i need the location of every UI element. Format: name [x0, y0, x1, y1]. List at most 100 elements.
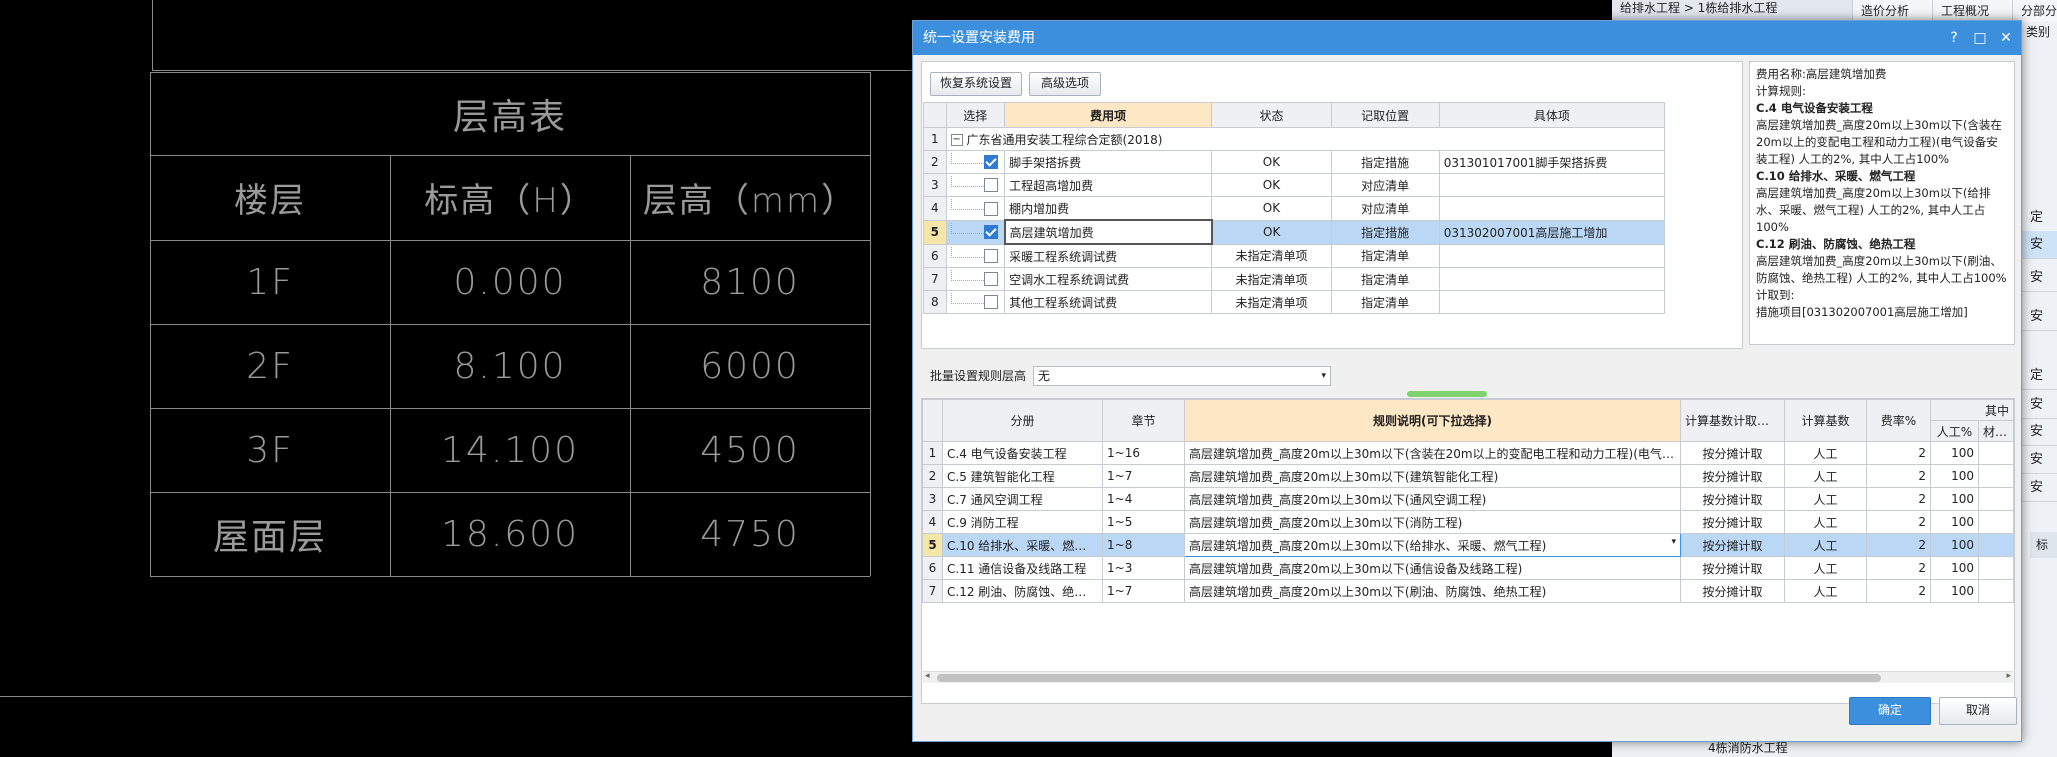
cad-cell: 0.000	[453, 261, 567, 303]
right-cell[interactable]: 安	[2020, 474, 2057, 502]
col-select[interactable]: 选择	[945, 102, 1006, 128]
chevron-down-icon[interactable]: ▾	[1671, 537, 1676, 547]
cad-cell: 1F	[246, 261, 294, 303]
col-among[interactable]: 其中	[1929, 399, 2015, 421]
col-base-mode[interactable]: 计算基数计取方式	[1680, 399, 1785, 442]
table-row[interactable]: 4 棚内增加费 OK 对应清单	[923, 196, 1666, 221]
cad-table-title: 层高表	[452, 96, 567, 138]
info-section-text: 高层建筑增加费_高度20m以上30m以下(给排水、采暖、燃气工程) 人工的2%,…	[1756, 186, 1991, 234]
checkbox[interactable]	[983, 201, 998, 216]
group-label: 广东省通用安装工程综合定额(2018)	[966, 132, 1163, 147]
batch-rule-label: 批量设置规则层高	[930, 369, 1027, 383]
col-fee-item[interactable]: 费用项	[1004, 102, 1213, 128]
table-row[interactable]: 6 C.11 通信设备及线路工程 1~3 高层建筑增加费_高度20m以上30m以…	[922, 556, 2015, 580]
checkbox[interactable]	[983, 249, 998, 263]
right-cell[interactable]: 安	[2020, 418, 2057, 446]
fee-info-panel: 费用名称:高层建筑增加费 计算规则: C.4 电气设备安装工程 高层建筑增加费_…	[1749, 61, 2015, 345]
table-row[interactable]: 6 采暖工程系统调试费 未指定清单项 指定清单	[923, 243, 1666, 268]
table-row[interactable]: 2 C.5 建筑智能化工程 1~7 高层建筑增加费_高度20m以上30m以下(建…	[922, 464, 2015, 488]
checkbox-checked[interactable]	[983, 225, 998, 240]
col-labor-pct[interactable]: 人工%	[1930, 420, 1979, 442]
right-cell[interactable]: 定	[2020, 204, 2057, 232]
cad-header-floor: 楼层	[234, 181, 306, 221]
right-bottom-item[interactable]: 4栋消防水工程	[1700, 740, 1900, 757]
info-section-title: C.12 刷油、防腐蚀、绝热工程	[1756, 237, 1916, 251]
cad-cell: 屋面层	[212, 517, 327, 558]
table-row[interactable]: 1 C.4 电气设备安装工程 1~16 高层建筑增加费_高度20m以上30m以下…	[922, 441, 2015, 465]
cad-header-elevation: 标高（H）	[424, 181, 596, 221]
scrollbar-thumb[interactable]	[937, 674, 1881, 682]
right-cell[interactable]: 安	[2020, 391, 2057, 419]
chevron-down-icon[interactable]: ▾	[1321, 367, 1326, 385]
col-detail[interactable]: 具体项	[1438, 102, 1666, 128]
table-row-selected[interactable]: 5 C.10 给排水、采暖、燃气工程 1~8 高层建筑增加费_高度20m以上30…	[922, 533, 2015, 557]
checkbox[interactable]	[983, 295, 998, 310]
cad-cell: 8100	[700, 261, 800, 303]
confirm-button[interactable]: 确定	[1849, 697, 1931, 725]
install-fee-dialog: 统一设置安装费用 ? □ ✕ 恢复系统设置 高级选项 选择 费用项 状态 记取位…	[912, 20, 2022, 742]
col-rate[interactable]: 费率%	[1866, 399, 1931, 442]
info-take-label: 计取到:	[1756, 288, 1795, 302]
group-row[interactable]: 1 − 广东省通用安装工程综合定额(2018)	[923, 127, 1666, 151]
advanced-options-button[interactable]: 高级选项	[1029, 72, 1101, 96]
info-section-text: 高层建筑增加费_高度20m以上30m以下(含装在20m以上的变配电工程和动力工程…	[1756, 118, 2002, 166]
maximize-icon[interactable]: □	[1967, 21, 1993, 55]
table-row[interactable]: 2 脚手架搭拆费 OK 指定措施 031301017001脚手架搭拆费	[923, 150, 1666, 174]
table-row[interactable]: 3 C.7 通风空调工程 1~4 高层建筑增加费_高度20m以上30m以下(通风…	[922, 487, 2015, 511]
rules-grid: 分册 章节 规则说明(可下拉选择) 计算基数计取方式 计算基数 费率% 其中 人…	[922, 399, 2015, 603]
help-icon[interactable]: ?	[1941, 21, 1967, 55]
collapse-toggle-icon[interactable]: −	[950, 134, 963, 146]
info-take-value: 措施项目[031302007001高层施工增加]	[1756, 305, 1968, 319]
table-row[interactable]: 8 其他工程系统调试费 未指定清单项 指定清单	[923, 290, 1666, 314]
cad-cell: 8.100	[453, 345, 567, 387]
checkbox[interactable]	[983, 272, 998, 287]
cad-cell: 4500	[700, 429, 800, 471]
rule-dropdown[interactable]: 高层建筑增加费_高度20m以上30m以下(给排水、采暖、燃气工程) ▾	[1184, 533, 1681, 557]
table-row[interactable]: 4 C.9 消防工程 1~5 高层建筑增加费_高度20m以上30m以下(消防工程…	[922, 510, 2015, 534]
cad-cell: 14.100	[441, 429, 579, 471]
horizontal-scrollbar[interactable]: ◂ ▸	[923, 671, 2013, 683]
cad-cell: 2F	[246, 345, 294, 387]
cad-cell: 6000	[700, 345, 800, 387]
right-cell[interactable]: 安	[2020, 264, 2057, 292]
col-base[interactable]: 计算基数	[1784, 399, 1867, 442]
cad-header-height: 层高（mm）	[642, 181, 858, 221]
right-side-label: 标	[2030, 532, 2057, 558]
table-row[interactable]: 7 空调水工程系统调试费 未指定清单项 指定清单	[923, 267, 1666, 291]
table-row[interactable]: 7 C.12 刷油、防腐蚀、绝热工程 1~7 高层建筑增加费_高度20m以上30…	[922, 579, 2015, 603]
table-row-selected[interactable]: 5 高层建筑增加费 OK 指定措施 031302007001高层施工增加	[923, 219, 1666, 245]
col-material-pct[interactable]: 材料%	[1977, 420, 2015, 442]
table-row[interactable]: 3 工程超高增加费 OK 对应清单	[923, 173, 1666, 197]
right-cell[interactable]: 定	[2020, 362, 2057, 390]
right-cell[interactable]: 安	[2020, 303, 2057, 331]
dialog-title: 统一设置安装费用	[923, 30, 1035, 46]
info-section-text: 高层建筑增加费_高度20m以上30m以下(刷油、防腐蚀、绝热工程) 人工的2%,…	[1756, 254, 2007, 285]
dialog-titlebar[interactable]: 统一设置安装费用 ? □ ✕	[913, 21, 2021, 55]
col-volume[interactable]: 分册	[942, 399, 1103, 442]
cad-cell: 18.600	[441, 513, 579, 555]
restore-system-settings-button[interactable]: 恢复系统设置	[930, 72, 1022, 96]
cad-drawing-area[interactable]: 层高表 楼层 标高（H） 层高（mm） 1F 0.000 8100 2F 8.1…	[0, 0, 912, 757]
col-chapter[interactable]: 章节	[1102, 399, 1185, 442]
cancel-button[interactable]: 取消	[1939, 697, 2017, 725]
info-rule-label: 计算规则:	[1756, 84, 1806, 98]
checkbox-checked[interactable]	[983, 155, 998, 170]
col-position[interactable]: 记取位置	[1330, 102, 1440, 128]
cad-cell: 4750	[700, 513, 800, 555]
checkbox[interactable]	[983, 178, 998, 193]
col-rule[interactable]: 规则说明(可下拉选择)	[1184, 399, 1681, 442]
close-icon[interactable]: ✕	[1993, 21, 2019, 55]
fee-items-grid: 选择 费用项 状态 记取位置 具体项 1 − 广东省通用安装工程综合定额(2018…	[923, 102, 1666, 314]
scroll-right-icon[interactable]: ▸	[2006, 671, 2011, 681]
tab-subdivision[interactable]: 分部分	[2012, 0, 2057, 22]
breadcrumb: 给排水工程 > 1栋给排水工程	[1612, 0, 1852, 22]
scroll-left-icon[interactable]: ◂	[925, 671, 930, 681]
info-section-title: C.4 电气设备安装工程	[1756, 101, 1873, 115]
splitter-handle[interactable]	[1407, 391, 1487, 397]
right-cell[interactable]: 安	[2020, 231, 2057, 259]
cad-cell: 3F	[246, 429, 294, 471]
right-col-header: 类别	[2026, 25, 2051, 39]
batch-rule-select[interactable]: 无 ▾	[1033, 366, 1331, 386]
col-status[interactable]: 状态	[1211, 102, 1332, 128]
right-cell[interactable]: 安	[2020, 446, 2057, 474]
